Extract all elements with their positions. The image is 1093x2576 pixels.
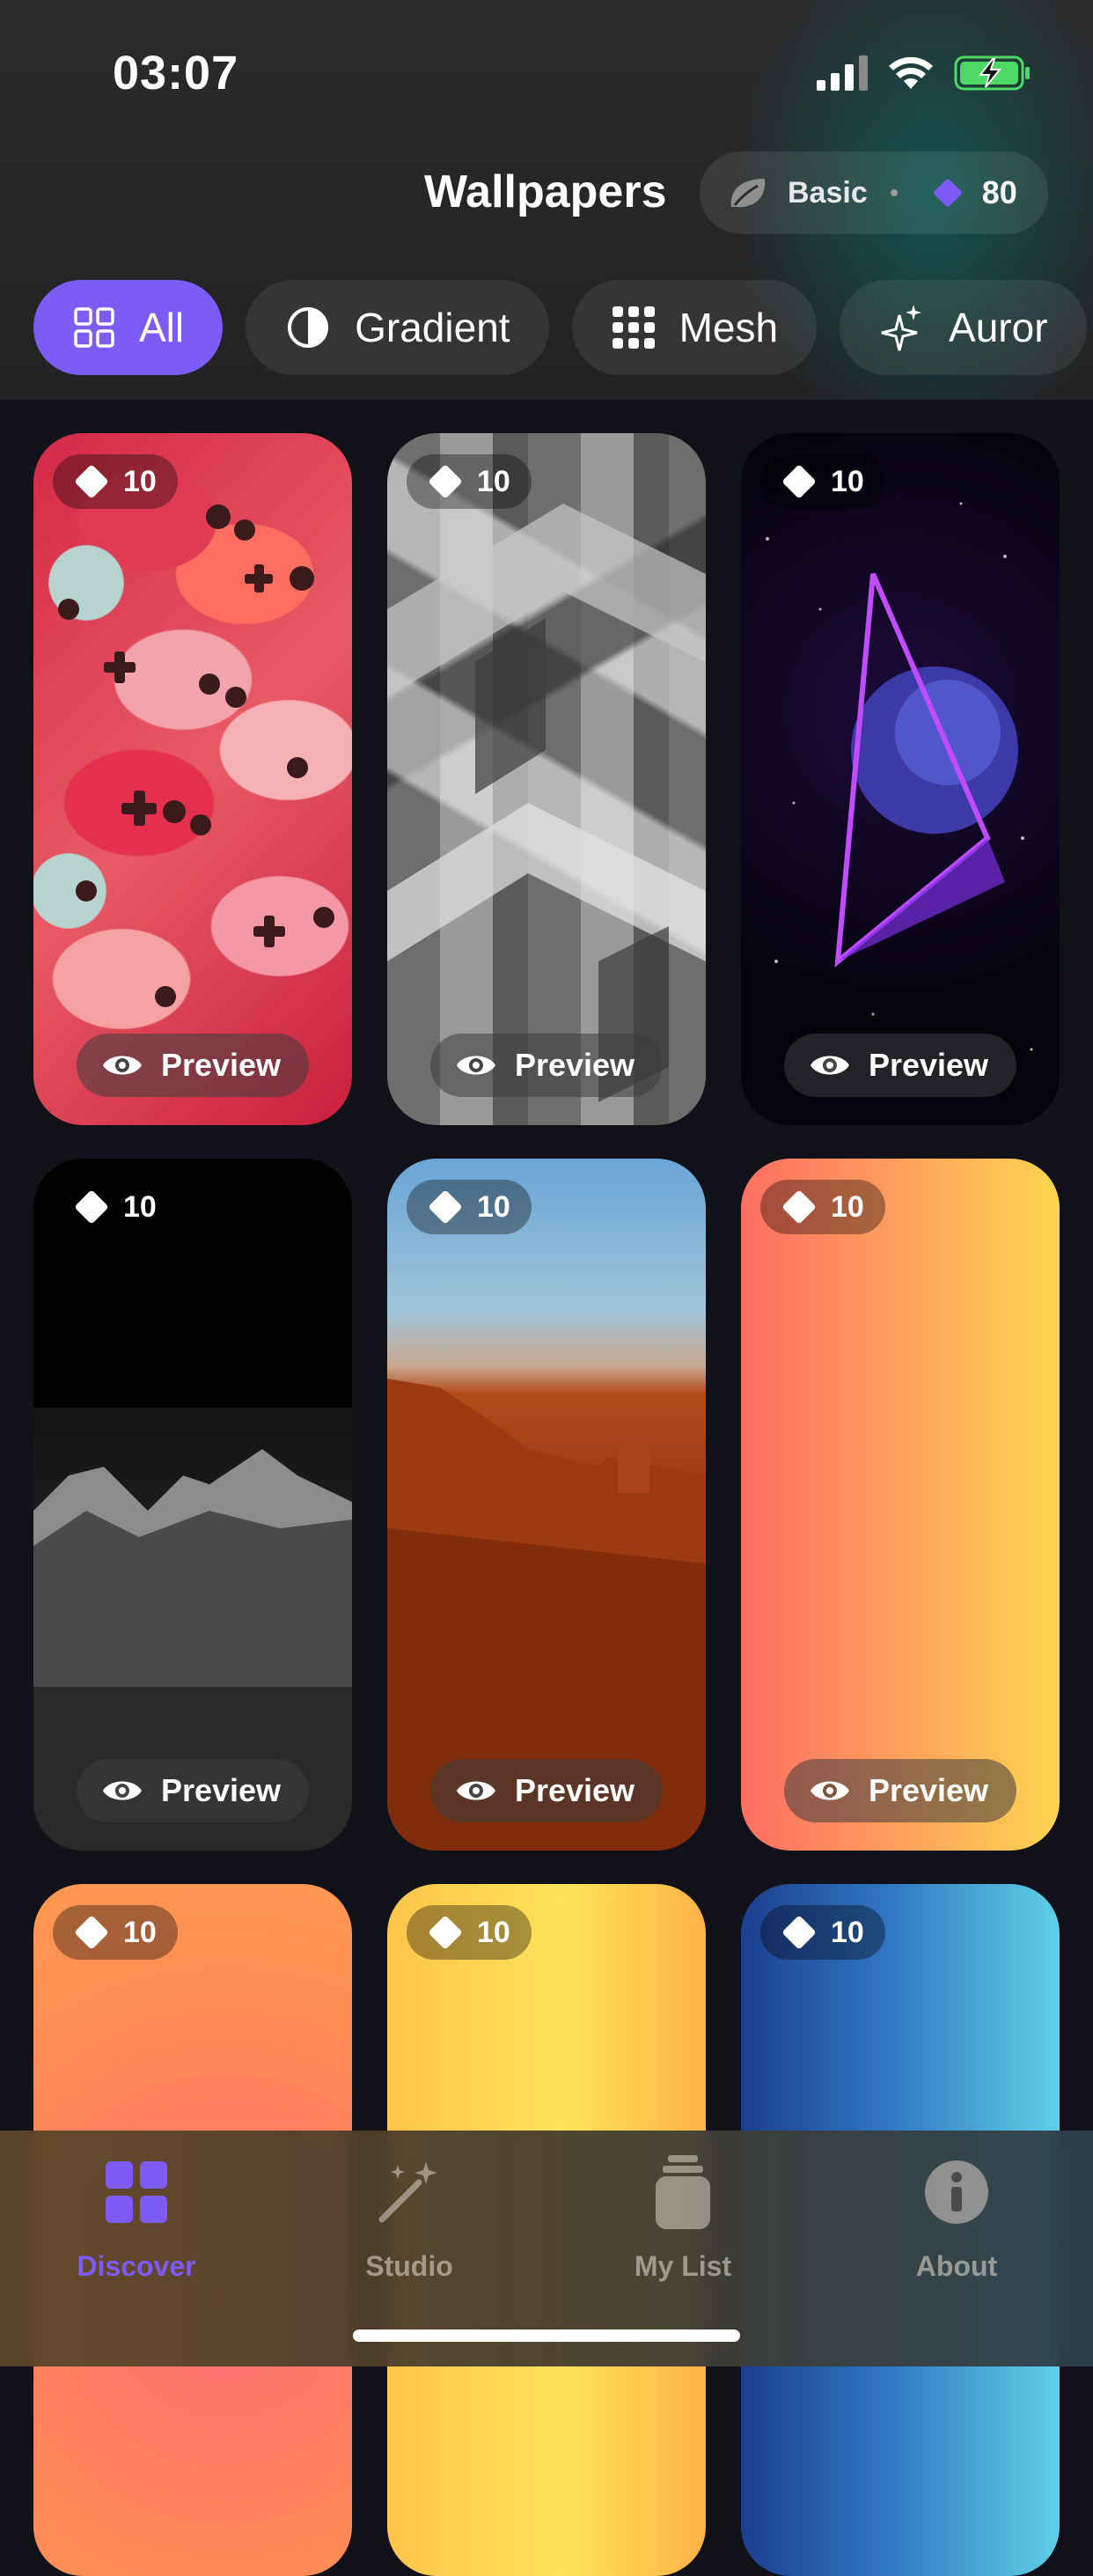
filter-chip-label: Gradient	[355, 305, 510, 350]
battery-charging-icon	[954, 55, 1030, 91]
filter-chip-label: All	[139, 305, 185, 350]
wallpaper-card[interactable]: 10 Preview	[33, 1159, 352, 1851]
half-circle-icon	[288, 307, 329, 348]
price-badge: 10	[53, 454, 178, 509]
price-value: 10	[477, 1189, 510, 1224]
preview-button[interactable]: Preview	[76, 1034, 310, 1097]
price-value: 10	[831, 464, 864, 498]
diamond-icon	[428, 1189, 463, 1225]
signal-icon	[817, 55, 868, 91]
tab-my-list[interactable]: My List	[595, 2148, 771, 2283]
separator-dot	[890, 189, 898, 196]
tab-label: Discover	[77, 2250, 196, 2282]
tab-label: Studio	[365, 2250, 453, 2282]
mountain-artwork	[33, 1449, 352, 1851]
diamond-icon	[781, 1915, 817, 1950]
price-badge: 10	[760, 1905, 885, 1960]
preview-button[interactable]: Preview	[783, 1759, 1017, 1822]
magic-wand-icon	[378, 2161, 437, 2223]
eye-icon	[810, 1781, 849, 1800]
price-value: 10	[123, 464, 157, 498]
diamond-icon	[781, 464, 817, 499]
preview-label: Preview	[160, 1047, 282, 1083]
wallpaper-card[interactable]: 10 Preview	[741, 433, 1060, 1125]
price-value: 10	[477, 1915, 510, 1949]
diamond-icon	[74, 464, 109, 499]
preview-label: Preview	[514, 1772, 635, 1808]
tab-about[interactable]: About	[869, 2148, 1045, 2283]
filter-chip-label: Mesh	[679, 305, 779, 350]
concrete-artwork	[387, 504, 706, 1102]
status-icons	[817, 51, 1031, 95]
eye-icon	[456, 1781, 495, 1800]
price-value: 10	[831, 1915, 864, 1949]
price-badge: 10	[407, 1905, 532, 1960]
price-badge: 10	[760, 454, 885, 509]
wallpaper-card[interactable]: 10 Preview	[387, 433, 706, 1125]
diamond-icon	[781, 1189, 817, 1225]
price-badge: 10	[53, 1905, 178, 1960]
preview-button[interactable]: Preview	[783, 1034, 1017, 1097]
price-badge: 10	[407, 454, 532, 509]
leaf-icon	[730, 179, 766, 208]
plan-credits-pill[interactable]: Basic 80	[700, 151, 1048, 234]
sparkle-icon	[881, 305, 922, 351]
price-value: 10	[123, 1189, 157, 1224]
price-badge: 10	[407, 1180, 532, 1234]
filter-chip-label: Auror	[949, 305, 1048, 350]
header: 03:07 Wallpapers Basic 80 All Gradient M…	[0, 0, 1093, 400]
eye-icon	[456, 1056, 495, 1075]
preview-label: Preview	[160, 1772, 282, 1808]
tab-discover[interactable]: Discover	[48, 2148, 224, 2283]
wallpaper-card[interactable]: 10 Preview	[741, 1159, 1060, 1851]
price-badge: 10	[53, 1180, 178, 1234]
preview-label: Preview	[868, 1772, 989, 1808]
filter-chip-gradient[interactable]: Gradient	[246, 280, 549, 375]
diamond-icon	[74, 1189, 109, 1225]
grid-icon	[106, 2161, 167, 2223]
price-value: 10	[123, 1915, 157, 1949]
filter-chip-aurora[interactable]: Auror	[840, 280, 1087, 375]
filter-chip-all[interactable]: All	[33, 280, 224, 375]
wallpaper-card[interactable]: 10 Preview	[387, 1159, 706, 1851]
wallpaper-card[interactable]: 10 Preview	[33, 433, 352, 1125]
eye-icon	[102, 1781, 142, 1800]
preview-button[interactable]: Preview	[429, 1034, 664, 1097]
canyon-artwork	[387, 1379, 706, 1851]
wifi-icon	[889, 56, 933, 89]
price-value: 10	[831, 1189, 864, 1224]
filter-chip-mesh[interactable]: Mesh	[571, 280, 818, 375]
plan-label: Basic	[788, 175, 868, 210]
credit-count: 80	[981, 174, 1017, 210]
diamond-icon	[934, 179, 962, 207]
preview-button[interactable]: Preview	[429, 1759, 664, 1822]
filter-chips: All Gradient Mesh Auror	[33, 280, 1087, 375]
dots-grid-icon	[612, 306, 655, 349]
info-icon	[925, 2160, 988, 2224]
home-indicator	[353, 2329, 740, 2342]
preview-button[interactable]: Preview	[76, 1759, 310, 1822]
diamond-icon	[74, 1915, 109, 1950]
diamond-icon	[428, 1915, 463, 1950]
preview-label: Preview	[514, 1047, 635, 1083]
page-title: Wallpapers	[424, 166, 667, 217]
controllers-artwork	[58, 504, 334, 1007]
diamond-icon	[428, 464, 463, 499]
eye-icon	[810, 1056, 849, 1075]
preview-label: Preview	[868, 1047, 989, 1083]
tab-label: My List	[634, 2250, 732, 2282]
status-time: 03:07	[113, 47, 239, 99]
price-value: 10	[477, 464, 510, 498]
tab-studio[interactable]: Studio	[321, 2148, 497, 2283]
jar-icon	[656, 2155, 710, 2229]
eye-icon	[102, 1056, 142, 1075]
grid-icon	[74, 307, 114, 348]
tab-label: About	[915, 2250, 998, 2282]
space-artwork	[766, 502, 1033, 1051]
price-badge: 10	[760, 1180, 885, 1234]
